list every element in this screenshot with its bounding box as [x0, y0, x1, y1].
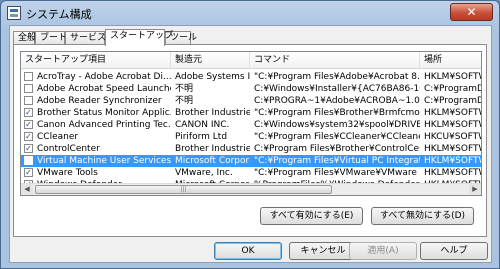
- row-location: HKLM¥SOFTW...: [424, 108, 481, 118]
- startup-row[interactable]: ✓ ControlCenter Brother Industries,... C:¥P…: [21, 143, 481, 155]
- row-item-name: AcroTray - Adobe Acrobat Di...: [37, 72, 171, 82]
- column-header-command[interactable]: コマンド: [250, 52, 420, 69]
- row-command: "C:¥Program Files¥Virtual PC Integration…: [254, 156, 420, 166]
- row-maker: VMware, Inc.: [175, 168, 233, 178]
- column-header-maker[interactable]: 製造元: [171, 52, 250, 69]
- tab-general[interactable]: 全般: [13, 31, 36, 45]
- row-maker: 不明: [175, 96, 194, 106]
- row-location: HKLM¥SOFTW...: [424, 156, 481, 166]
- row-maker: Microsoft Corporat...: [175, 156, 250, 166]
- row-maker: CANON INC.: [175, 120, 230, 130]
- row-item-name: Canon Advanced Printing Tec...: [37, 120, 171, 130]
- row-maker: 不明: [175, 84, 194, 94]
- enable-all-button[interactable]: すべて有効にする(E): [260, 207, 363, 225]
- row-location: HKLM¥SOFTW...: [424, 72, 481, 82]
- row-command: "C:¥Program Files¥Adobe¥Acrobat 8.0¥Acro…: [254, 72, 420, 82]
- row-location: HKCU¥SOFTW...: [424, 132, 481, 142]
- row-command: C:¥Program Files¥Brother¥ControlCenter3.…: [254, 144, 420, 154]
- startup-list[interactable]: スタートアップ項目 製造元 コマンド 場所 AcroTray - Adobe A…: [20, 51, 482, 196]
- scroll-thumb[interactable]: |||: [35, 185, 332, 194]
- row-checkbox[interactable]: ✓: [24, 132, 33, 141]
- column-header-item[interactable]: スタートアップ項目: [21, 52, 171, 69]
- tab-boot[interactable]: ブート: [35, 31, 67, 45]
- row-item-name: CCleaner: [37, 132, 79, 142]
- row-checkbox[interactable]: [24, 84, 33, 93]
- row-location: HKLM¥SOFTW...: [424, 144, 481, 154]
- startup-row[interactable]: ✓ Brother Status Monitor Applic... Brother…: [21, 107, 481, 119]
- msconfig-icon: [7, 6, 21, 20]
- row-item-name: Brother Status Monitor Applic...: [37, 108, 171, 118]
- tab-startup[interactable]: スタートアップ: [105, 29, 173, 46]
- row-command: "C:¥Program Files¥Brother¥Brmfcmon¥BrM..…: [254, 108, 420, 118]
- scroll-right-icon[interactable]: ▶: [469, 184, 481, 195]
- row-maker: Piriform Ltd: [175, 132, 228, 142]
- startup-row[interactable]: Adobe Acrobat Speed Launcher 不明 C:¥Windows…: [21, 83, 481, 95]
- apply-button[interactable]: 適用(A): [349, 242, 417, 260]
- cancel-button[interactable]: キャンセル: [289, 242, 357, 260]
- scroll-left-icon[interactable]: ◀: [21, 184, 33, 195]
- row-item-name: VMware Tools: [37, 168, 98, 178]
- row-checkbox[interactable]: ✓: [24, 168, 33, 177]
- close-button[interactable]: ✕: [450, 3, 493, 21]
- row-command: C:¥Windows¥Installer¥{AC76BA86-1041-0...: [254, 84, 420, 94]
- disable-all-button[interactable]: すべて無効にする(D): [371, 207, 474, 225]
- row-maker: Brother Industries,...: [175, 144, 250, 154]
- startup-row[interactable]: ✓ VMware Tools VMware, Inc. "C:¥Program Fil…: [21, 167, 481, 179]
- column-header-location[interactable]: 場所: [420, 52, 481, 69]
- row-location: C:¥ProgramDat...: [424, 84, 481, 94]
- window-title: システム構成: [26, 8, 92, 21]
- row-location: C:¥ProgramDat...: [424, 96, 481, 106]
- title-bar[interactable]: システム構成 ✕: [1, 1, 499, 25]
- row-command: C:¥Windows¥system32¥spool¥DRIVERS¥...: [254, 120, 420, 130]
- startup-row[interactable]: ✓ CCleaner Piriform Ltd "C:¥Program Files¥C…: [21, 131, 481, 143]
- help-button[interactable]: ヘルプ: [420, 242, 488, 260]
- tab-services[interactable]: サービス: [65, 31, 106, 45]
- startup-tab-panel: スタートアップ項目 製造元 コマンド 場所 AcroTray - Adobe A…: [13, 44, 487, 237]
- startup-row[interactable]: Virtual Machine User Services Microsoft C…: [21, 155, 481, 167]
- row-command: "C:¥Program Files¥VMware¥VMware Tool...: [254, 168, 420, 178]
- row-item-name: Adobe Acrobat Speed Launcher: [37, 84, 171, 94]
- startup-row[interactable]: AcroTray - Adobe Acrobat Di... Adobe Syst…: [21, 71, 481, 83]
- row-maker: Brother Industries,...: [175, 108, 250, 118]
- ok-button[interactable]: OK: [214, 242, 282, 260]
- row-checkbox[interactable]: ✓: [24, 108, 33, 117]
- row-item-name: Adobe Reader Synchronizer: [37, 96, 162, 106]
- row-command: C:¥PROGRA~1¥Adobe¥ACROBA~1.0¥Acro...: [254, 96, 420, 106]
- row-location: HKLM¥SOFTW...: [424, 120, 481, 130]
- list-header: スタートアップ項目 製造元 コマンド 場所: [21, 52, 481, 69]
- row-checkbox[interactable]: [24, 96, 33, 105]
- row-location: HKLM¥SOFTW...: [424, 168, 481, 178]
- row-item-name: Virtual Machine User Services: [37, 156, 171, 166]
- row-checkbox[interactable]: [24, 72, 33, 81]
- system-config-window: システム構成 ✕ 全般 ブート サービス スタートアップ ツール スタートアップ…: [0, 0, 500, 269]
- horizontal-scrollbar[interactable]: ◀ ||| ▶: [21, 183, 481, 195]
- startup-row[interactable]: Adobe Reader Synchronizer 不明 C:¥PROGRA~1¥A…: [21, 95, 481, 107]
- row-checkbox[interactable]: ✓: [24, 120, 33, 129]
- startup-row[interactable]: ✓ Canon Advanced Printing Tec... CANON INC…: [21, 119, 481, 131]
- row-checkbox[interactable]: [24, 156, 33, 165]
- dialog-body: 全般 ブート サービス スタートアップ ツール スタートアップ項目 製造元 コマ…: [9, 25, 492, 263]
- row-item-name: ControlCenter: [37, 144, 100, 154]
- row-checkbox[interactable]: ✓: [24, 144, 33, 153]
- row-maker: Adobe Systems Inc.: [175, 72, 250, 82]
- row-command: "C:¥Program Files¥CCleaner¥CCleaner.ex..…: [254, 132, 420, 142]
